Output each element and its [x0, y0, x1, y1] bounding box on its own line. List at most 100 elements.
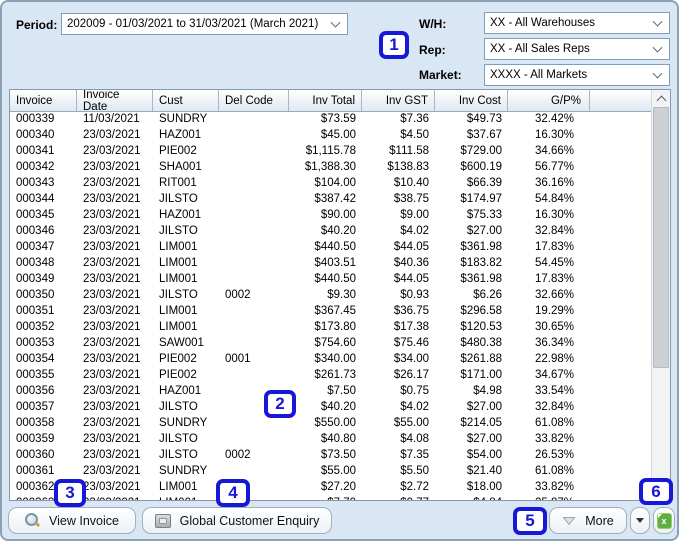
table-cell: $4.84: [435, 495, 508, 500]
table-cell: 23/03/2021: [83, 465, 141, 477]
table-cell: [219, 175, 289, 191]
scroll-up-button[interactable]: [652, 90, 670, 106]
table-cell: $40.36: [393, 257, 429, 269]
export-to-excel-button[interactable]: x: [653, 507, 675, 534]
table-cell: 22.98%: [534, 353, 574, 365]
table-cell: $17.38: [393, 321, 429, 333]
scrollbar-thumb[interactable]: [653, 107, 669, 368]
table-cell: LIM001: [159, 273, 198, 285]
table-cell: SUNDRY: [159, 113, 208, 125]
table-cell: $361.98: [460, 241, 502, 253]
table-row[interactable]: 000344 23/03/2021 JILSTO $387.42 $38.75 $174.…: [10, 191, 651, 207]
column-header[interactable]: Del Code: [219, 90, 289, 111]
table-row[interactable]: 000342 23/03/2021 SHA001 $1,388.30 $138.83 $6…: [10, 159, 651, 175]
arrow-up-icon: [656, 95, 667, 106]
table-row[interactable]: 000345 23/03/2021 HAZ001 $90.00 $9.00 $75.33 1…: [10, 207, 651, 223]
table-row[interactable]: 000361 23/03/2021 SUNDRY $55.00 $5.50 $21.40 6…: [10, 463, 651, 479]
period-dropdown[interactable]: 202009 - 01/03/2021 to 31/03/2021 (March…: [61, 13, 348, 35]
table-cell: [219, 191, 289, 207]
table-cell: JILSTO: [159, 193, 198, 205]
table-cell: $361.98: [460, 273, 502, 285]
table-row[interactable]: 000351 23/03/2021 LIM001 $367.45 $36.75 $296.…: [10, 303, 651, 319]
table-cell: $261.88: [460, 353, 502, 365]
table-cell: 54.45%: [534, 257, 574, 269]
table-cell: $214.05: [460, 417, 502, 429]
vertical-scrollbar[interactable]: [651, 90, 670, 500]
callout-1: 1: [379, 31, 409, 59]
table-cell: [219, 335, 289, 351]
table-cell: 000347: [16, 241, 55, 253]
table-row[interactable]: 000362 23/03/2021 LIM001 $27.20 $2.72 $18.00 3…: [10, 479, 651, 495]
table-cell: $4.08: [400, 433, 429, 445]
column-header[interactable]: Inv GST: [362, 90, 435, 111]
table-cell: $37.67: [466, 129, 502, 141]
table-cell: 000339: [16, 113, 55, 125]
table-row[interactable]: 00036323/03/2021LIM001$7.70$0.77$4.8425.…: [10, 495, 651, 500]
market-label: Market:: [419, 68, 462, 82]
warehouse-label: W/H:: [419, 17, 447, 31]
table-row[interactable]: 000347 23/03/2021 LIM001 $440.50 $44.05 $361.…: [10, 239, 651, 255]
table-row[interactable]: 000348 23/03/2021 LIM001 $403.51 $40.36 $183.…: [10, 255, 651, 271]
table-cell: $27.00: [466, 433, 502, 445]
table-cell: $75.46: [393, 337, 429, 349]
table-cell: $40.20: [320, 225, 356, 237]
table-row[interactable]: 000354 23/03/2021 PIE002 0001 $340.00 $34.00 $…: [10, 351, 651, 367]
table-row[interactable]: 000357 23/03/2021 JILSTO $40.20 $4.02 $27.00 3…: [10, 399, 651, 415]
table-row[interactable]: 000358 23/03/2021 SUNDRY $550.00 $55.00 $214.…: [10, 415, 651, 431]
column-header[interactable]: Inv Cost: [435, 90, 508, 111]
table-cell: [219, 271, 289, 287]
table-row[interactable]: 000339 11/03/2021 SUNDRY $73.59 $7.36 $49.73 3…: [10, 111, 651, 127]
table-row[interactable]: 000350 23/03/2021 JILSTO 0002 $9.30 $0.93 $6.2…: [10, 287, 651, 303]
table-row[interactable]: 000340 23/03/2021 HAZ001 $45.00 $4.50 $37.67 1…: [10, 127, 651, 143]
table-row[interactable]: 000349 23/03/2021 LIM001 $440.50 $44.05 $361.…: [10, 271, 651, 287]
table-cell: $387.42: [314, 193, 356, 205]
column-header[interactable]: Inv Total: [289, 90, 362, 111]
table-cell: 61.08%: [534, 417, 574, 429]
table-cell: LIM001: [159, 481, 198, 493]
column-header[interactable]: Invoice Date: [77, 90, 153, 113]
table-cell: $5.50: [400, 465, 429, 477]
table-row[interactable]: 000355 23/03/2021 PIE002 $261.73 $26.17 $171.…: [10, 367, 651, 383]
market-dropdown[interactable]: XXXX - All Markets: [484, 64, 670, 86]
period-label: Period:: [16, 18, 58, 32]
table-cell: 000350: [16, 289, 55, 301]
table-row[interactable]: 000359 23/03/2021 JILSTO $40.80 $4.08 $27.00 3…: [10, 431, 651, 447]
table-cell: 32.42%: [534, 113, 574, 125]
column-header[interactable]: Cust: [153, 90, 219, 111]
table-row[interactable]: 000343 23/03/2021 RIT001 $104.00 $10.40 $66.3…: [10, 175, 651, 191]
table-cell: $174.97: [460, 193, 502, 205]
column-header[interactable]: G/P%: [508, 90, 590, 111]
table-cell: 000343: [16, 177, 55, 189]
table-cell: $0.75: [400, 385, 429, 397]
table-cell: [219, 239, 289, 255]
table-cell: 61.08%: [534, 465, 574, 477]
more-button[interactable]: More: [549, 507, 627, 534]
table-cell: [219, 127, 289, 143]
table-cell: $66.39: [466, 177, 502, 189]
table-cell: 34.67%: [534, 369, 574, 381]
view-invoice-button[interactable]: View Invoice: [8, 507, 136, 534]
table-cell: HAZ001: [159, 209, 202, 221]
warehouse-dropdown[interactable]: XX - All Warehouses: [484, 12, 670, 34]
global-customer-enquiry-button[interactable]: Global Customer Enquiry: [142, 507, 332, 534]
table-row[interactable]: 000341 23/03/2021 PIE002 $1,115.78 $111.58 $7…: [10, 143, 651, 159]
warehouse-value: XX - All Warehouses: [490, 17, 596, 29]
table-cell: 16.30%: [534, 129, 574, 141]
table-row[interactable]: 000360 23/03/2021 JILSTO 0002 $73.50 $7.35 $54…: [10, 447, 651, 463]
rep-dropdown[interactable]: XX - All Sales Reps: [484, 38, 670, 60]
table-cell: [219, 319, 289, 335]
table-row[interactable]: 000352 23/03/2021 LIM001 $173.80 $17.38 $120.…: [10, 319, 651, 335]
table-row[interactable]: 000353 23/03/2021 SAW001 $754.60 $75.46 $480.…: [10, 335, 651, 351]
table-cell: [219, 111, 289, 127]
table-cell: $296.58: [460, 305, 502, 317]
table-row[interactable]: 000346 23/03/2021 JILSTO $40.20 $4.02 $27.00 3…: [10, 223, 651, 239]
table-cell: 23/03/2021: [83, 289, 141, 301]
table-row[interactable]: 000356 23/03/2021 HAZ001 $7.50 $0.75 $4.98 33.…: [10, 383, 651, 399]
table-cell: $4.02: [400, 225, 429, 237]
more-dropdown-arrow-button[interactable]: [630, 507, 650, 534]
table-cell: LIM001: [153, 495, 219, 500]
rep-label: Rep:: [419, 43, 446, 57]
table-cell: 000342: [16, 161, 55, 173]
table-cell: 23/03/2021: [83, 209, 141, 221]
column-header[interactable]: Invoice: [10, 90, 77, 111]
